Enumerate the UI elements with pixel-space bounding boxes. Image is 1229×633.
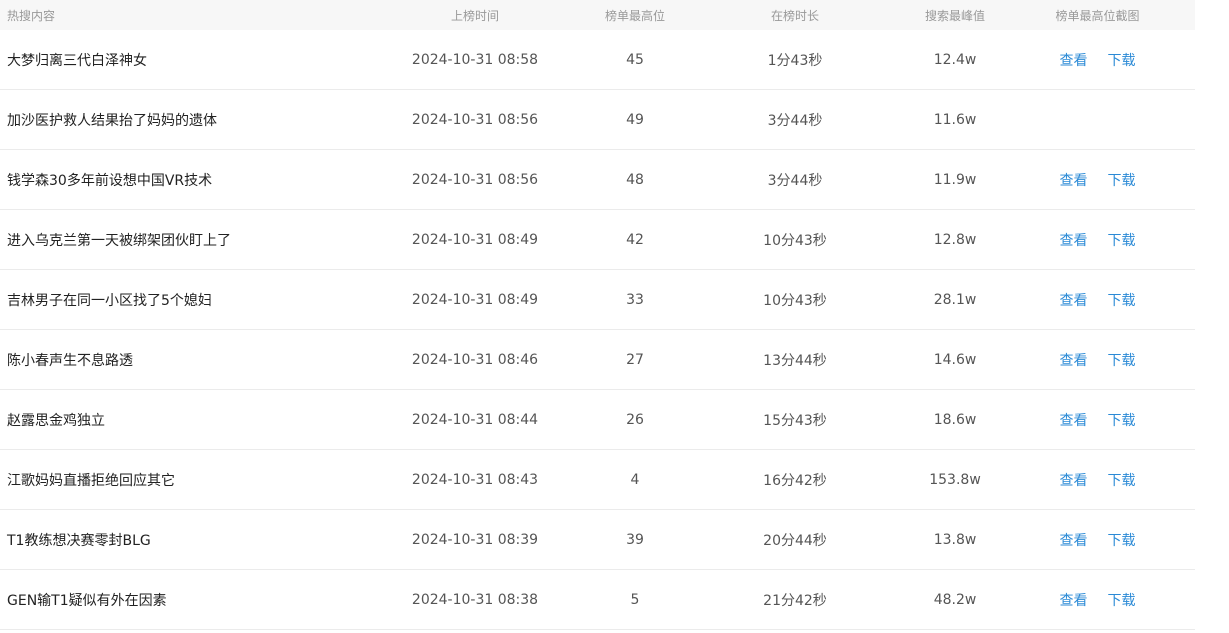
screenshot-actions: 查看 下载 [1000, 170, 1195, 190]
screenshot-actions: 查看 下载 [1000, 590, 1195, 610]
table-row: 进入乌克兰第一天被绑架团伙盯上了 2024-10-31 08:49 42 10分43秒… [0, 210, 1195, 270]
topic-cell: 吉林男子在同一小区找了5个媳妇 [7, 292, 212, 309]
table-row: GEN输T1疑似有外在因素 2024-10-31 08:38 5 21分42秒 48.2… [0, 570, 1195, 630]
download-link[interactable]: 下载 [1108, 350, 1136, 370]
table-row: T1教练想决赛零封BLG 2024-10-31 08:39 39 20分44秒 13.8… [0, 510, 1195, 570]
rank-cell: 39 [626, 531, 644, 548]
download-link[interactable]: 下载 [1108, 530, 1136, 550]
table-row: 钱学森30多年前设想中国VR技术 2024-10-31 08:56 48 3分44秒 1… [0, 150, 1195, 210]
rank-cell: 5 [630, 591, 640, 608]
screenshot-actions: 查看 下载 [1000, 290, 1195, 310]
duration-cell: 3分44秒 [767, 112, 823, 129]
peak-cell: 12.4w [933, 51, 977, 68]
duration-cell: 21分42秒 [763, 592, 827, 609]
peak-cell: 48.2w [933, 591, 977, 608]
table-body: 大梦归离三代白泽神女 2024-10-31 08:58 45 1分43秒 12.4w 查看… [0, 30, 1195, 630]
duration-cell: 15分43秒 [763, 412, 827, 429]
view-link[interactable]: 查看 [1060, 410, 1088, 430]
table-row: 吉林男子在同一小区找了5个媳妇 2024-10-31 08:49 33 10分43秒 2… [0, 270, 1195, 330]
time-cell: 2024-10-31 08:46 [411, 351, 539, 368]
duration-cell: 10分43秒 [763, 292, 827, 309]
table-row: 陈小春声生不息路透 2024-10-31 08:46 27 13分44秒 14.6w 查看… [0, 330, 1195, 390]
download-link[interactable]: 下载 [1108, 470, 1136, 490]
download-link[interactable]: 下载 [1108, 230, 1136, 250]
screenshot-actions: 查看 下载 [1000, 230, 1195, 250]
rank-cell: 42 [626, 231, 644, 248]
peak-cell: 11.9w [933, 171, 977, 188]
header-peak: 搜索最峰值 [924, 8, 985, 23]
rank-cell: 27 [626, 351, 644, 368]
peak-cell: 18.6w [933, 411, 977, 428]
peak-cell: 12.8w [933, 231, 977, 248]
download-link[interactable]: 下载 [1108, 170, 1136, 190]
view-link[interactable]: 查看 [1060, 50, 1088, 70]
rank-cell: 49 [626, 111, 644, 128]
download-link[interactable]: 下载 [1108, 290, 1136, 310]
rank-cell: 26 [626, 411, 644, 428]
view-link[interactable]: 查看 [1060, 350, 1088, 370]
topic-cell: 加沙医护救人结果抬了妈妈的遗体 [7, 112, 217, 129]
table-row: 大梦归离三代白泽神女 2024-10-31 08:58 45 1分43秒 12.4w 查看… [0, 30, 1195, 90]
rank-cell: 48 [626, 171, 644, 188]
view-link[interactable]: 查看 [1060, 230, 1088, 250]
duration-cell: 10分43秒 [763, 232, 827, 249]
peak-cell: 11.6w [933, 111, 977, 128]
time-cell: 2024-10-31 08:56 [411, 171, 539, 188]
peak-cell: 14.6w [933, 351, 977, 368]
header-screenshot: 榜单最高位截图 [1055, 8, 1140, 23]
screenshot-actions: 查看 下载 [1000, 350, 1195, 370]
time-cell: 2024-10-31 08:56 [411, 111, 539, 128]
download-link[interactable]: 下载 [1108, 590, 1136, 610]
time-cell: 2024-10-31 08:43 [411, 471, 539, 488]
duration-cell: 13分44秒 [763, 352, 827, 369]
topic-cell: 大梦归离三代白泽神女 [7, 52, 147, 69]
view-link[interactable]: 查看 [1060, 470, 1088, 490]
rank-cell: 45 [626, 51, 644, 68]
duration-cell: 1分43秒 [767, 52, 823, 69]
view-link[interactable]: 查看 [1060, 170, 1088, 190]
topic-cell: GEN输T1疑似有外在因素 [7, 592, 167, 609]
header-topic: 热搜内容 [7, 8, 56, 23]
topic-cell: 江歌妈妈直播拒绝回应其它 [7, 472, 175, 489]
header-rank: 榜单最高位 [604, 8, 665, 23]
peak-cell: 28.1w [933, 291, 977, 308]
header-time: 上榜时间 [450, 8, 499, 23]
table-row: 赵露思金鸡独立 2024-10-31 08:44 26 15分43秒 18.6w 查看 下载 [0, 390, 1195, 450]
topic-cell: 钱学森30多年前设想中国VR技术 [7, 172, 213, 189]
download-link[interactable]: 下载 [1108, 50, 1136, 70]
hot-search-table: 热搜内容 上榜时间 榜单最高位 在榜时长 搜索最峰值 榜单最高位截图 大梦归离三… [0, 0, 1195, 630]
topic-cell: 进入乌克兰第一天被绑架团伙盯上了 [7, 232, 231, 249]
topic-cell: 陈小春声生不息路透 [7, 352, 133, 369]
view-link[interactable]: 查看 [1060, 290, 1088, 310]
topic-cell: 赵露思金鸡独立 [7, 412, 105, 429]
table-row: 加沙医护救人结果抬了妈妈的遗体 2024-10-31 08:56 49 3分44秒 11… [0, 90, 1195, 150]
table-row: 江歌妈妈直播拒绝回应其它 2024-10-31 08:43 4 16分42秒 153.8… [0, 450, 1195, 510]
download-link[interactable]: 下载 [1108, 410, 1136, 430]
time-cell: 2024-10-31 08:58 [411, 51, 539, 68]
screenshot-actions: 查看 下载 [1000, 530, 1195, 550]
peak-cell: 13.8w [933, 531, 977, 548]
duration-cell: 3分44秒 [767, 172, 823, 189]
time-cell: 2024-10-31 08:49 [411, 291, 539, 308]
screenshot-actions: 查看 下载 [1000, 410, 1195, 430]
rank-cell: 33 [626, 291, 644, 308]
view-link[interactable]: 查看 [1060, 530, 1088, 550]
duration-cell: 16分42秒 [763, 472, 827, 489]
time-cell: 2024-10-31 08:49 [411, 231, 539, 248]
header-duration: 在榜时长 [770, 8, 819, 23]
peak-cell: 153.8w [929, 471, 981, 488]
screenshot-actions: 查看 下载 [1000, 470, 1195, 490]
time-cell: 2024-10-31 08:38 [411, 591, 539, 608]
view-link[interactable]: 查看 [1060, 590, 1088, 610]
time-cell: 2024-10-31 08:44 [411, 411, 539, 428]
duration-cell: 20分44秒 [763, 532, 827, 549]
rank-cell: 4 [630, 471, 640, 488]
topic-cell: T1教练想决赛零封BLG [7, 532, 151, 549]
time-cell: 2024-10-31 08:39 [411, 531, 539, 548]
screenshot-actions: 查看 下载 [1000, 50, 1195, 70]
table-header: 热搜内容 上榜时间 榜单最高位 在榜时长 搜索最峰值 榜单最高位截图 [0, 0, 1195, 30]
